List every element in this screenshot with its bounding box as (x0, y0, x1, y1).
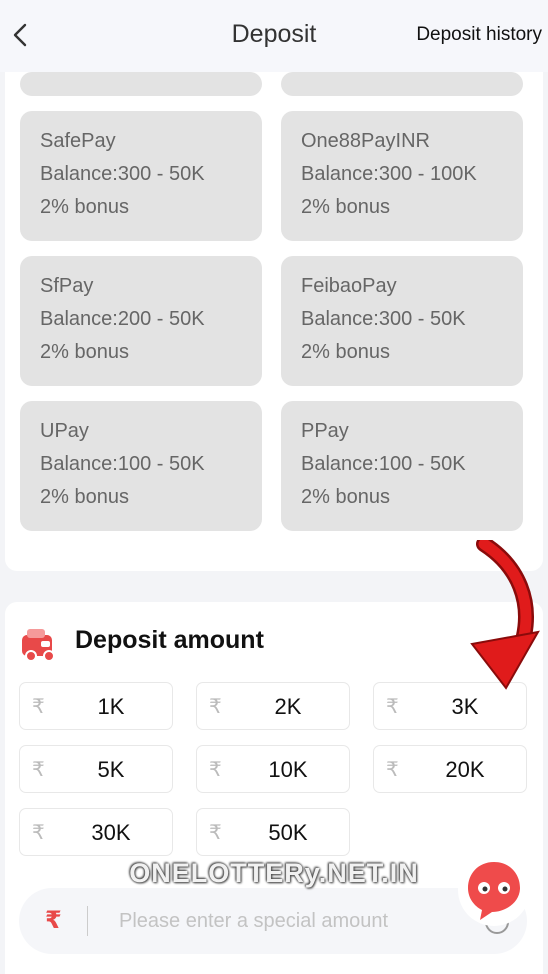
amount-option-label: 50K (268, 820, 308, 845)
amount-option-label: 10K (268, 757, 308, 782)
channel-name: UPay (40, 420, 89, 442)
rupee-icon: ₹ (209, 759, 222, 781)
channel-card[interactable]: FeibaoPay Balance:300 - 50K 2% bonus (281, 256, 523, 386)
amount-option-label: 1K (97, 694, 125, 719)
amount-option-button[interactable]: ₹ 5K (19, 745, 173, 793)
channel-name: FeibaoPay (301, 275, 397, 297)
special-amount-field[interactable]: ₹ (19, 888, 527, 954)
channel-balance: Balance:300 - 50K (40, 163, 205, 185)
amount-option-label: 5K (97, 757, 125, 782)
amount-option-label: 2K (274, 694, 302, 719)
arrow-pointer-icon (470, 540, 540, 690)
rupee-icon: ₹ (32, 822, 45, 844)
channel-bonus: 2% bonus (40, 341, 129, 363)
channel-balance: Balance:300 - 100K (301, 163, 477, 185)
divider (87, 906, 88, 936)
channel-bonus: 2% bonus (301, 196, 390, 218)
amount-option-button[interactable]: ₹ 2K (196, 682, 350, 730)
channel-card[interactable]: UPay Balance:100 - 50K 2% bonus (20, 401, 262, 531)
amount-option-label: 30K (91, 820, 131, 845)
channel-name: One88PayINR (301, 130, 430, 152)
channel-balance: Balance:100 - 50K (40, 453, 205, 475)
channel-name: PPay (301, 420, 349, 442)
amount-option-button[interactable]: ₹ 30K (19, 808, 173, 856)
amount-option-button[interactable]: ₹ 20K (373, 745, 527, 793)
amount-option-button[interactable]: ₹ 50K (196, 808, 350, 856)
channel-balance: Balance:300 - 50K (301, 308, 466, 330)
channel-bonus: 2% bonus (301, 486, 390, 508)
rupee-icon: ₹ (45, 907, 62, 934)
rupee-icon: ₹ (32, 759, 45, 781)
rupee-icon: ₹ (209, 822, 222, 844)
chat-icon[interactable] (456, 852, 532, 928)
header-bar: Deposit Deposit history (0, 0, 548, 72)
channel-balance: Balance:200 - 50K (40, 308, 205, 330)
wallet-icon (22, 629, 55, 662)
channel-card[interactable]: One88PayINR Balance:300 - 100K 2% bonus (281, 111, 523, 241)
rupee-icon: ₹ (32, 696, 45, 718)
rupee-icon: ₹ (386, 696, 399, 718)
channel-card-partial[interactable] (20, 72, 262, 96)
rupee-icon: ₹ (209, 696, 222, 718)
channel-bonus: 2% bonus (301, 341, 390, 363)
amount-option-button[interactable]: ₹ 1K (19, 682, 173, 730)
channel-name: SfPay (40, 275, 94, 297)
rupee-icon: ₹ (386, 759, 399, 781)
channel-balance: Balance:100 - 50K (301, 453, 466, 475)
payment-channel-panel: SafePay Balance:300 - 50K 2% bonus One88… (5, 72, 543, 571)
channel-bonus: 2% bonus (40, 196, 129, 218)
deposit-amount-title: Deposit amount (75, 626, 264, 654)
channel-card[interactable]: SfPay Balance:200 - 50K 2% bonus (20, 256, 262, 386)
channel-card-partial[interactable] (281, 72, 523, 96)
amount-option-button[interactable]: ₹ 10K (196, 745, 350, 793)
channel-card[interactable]: SafePay Balance:300 - 50K 2% bonus (20, 111, 262, 241)
amount-option-label: 20K (445, 757, 485, 782)
deposit-history-link[interactable]: Deposit history (416, 24, 542, 46)
channel-card[interactable]: PPay Balance:100 - 50K 2% bonus (281, 401, 523, 531)
channel-bonus: 2% bonus (40, 486, 129, 508)
special-amount-input[interactable] (119, 888, 479, 954)
amount-option-label: 3K (451, 694, 479, 719)
channel-name: SafePay (40, 130, 116, 152)
